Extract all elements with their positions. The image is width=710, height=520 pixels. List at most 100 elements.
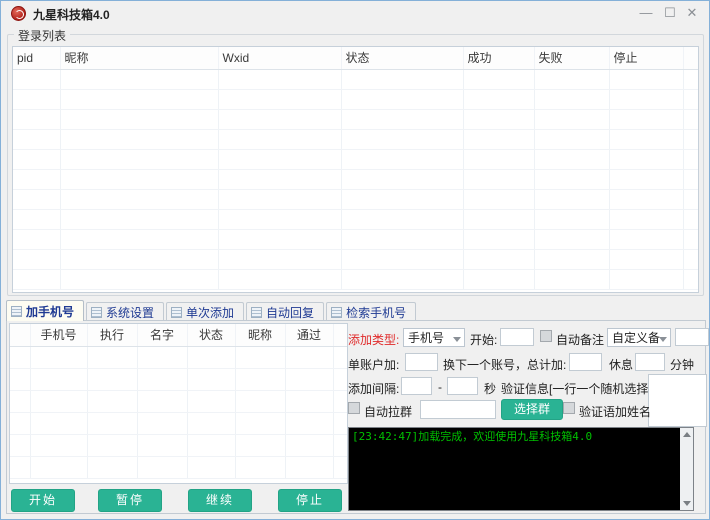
- minutes-label: 分钟: [670, 358, 695, 372]
- phone-table-header-row: 手机号 执行 名字 状态 昵称 通过: [10, 324, 347, 347]
- table-row[interactable]: [10, 434, 347, 457]
- table-row[interactable]: [13, 189, 698, 210]
- tab-label: 系统设置: [106, 305, 155, 320]
- console-log-line: [23:42:47]加载完成，欢迎使用九星科技箱4.0: [352, 430, 593, 443]
- login-list-group-label: 登录列表: [14, 27, 71, 44]
- table-row[interactable]: [13, 209, 698, 230]
- interval-to-input[interactable]: [447, 377, 478, 395]
- select-group-button[interactable]: 选择群: [501, 399, 564, 420]
- close-icon[interactable]: ✕: [681, 4, 703, 22]
- column-header-nickname[interactable]: 昵称: [60, 47, 219, 70]
- tab-label: 单次添加: [186, 305, 235, 320]
- custom-note-select[interactable]: 自定义备: [607, 328, 671, 347]
- per-account-input[interactable]: [405, 353, 438, 371]
- rest-input[interactable]: [635, 353, 665, 371]
- tab-auto-reply[interactable]: 自动回复: [246, 302, 325, 321]
- tab-page-add-phone: 手机号 执行 名字 状态 昵称 通过 添加类型: 手机号 开始: 自动备注 自定…: [6, 320, 709, 514]
- scroll-up-icon[interactable]: [683, 432, 691, 437]
- start-input[interactable]: [500, 328, 534, 346]
- per-account-label: 单账户加:: [348, 358, 400, 372]
- console-scrollbar[interactable]: [680, 428, 693, 510]
- column-header-pid[interactable]: pid: [13, 47, 61, 70]
- interval-label: 添加间隔:: [348, 382, 400, 396]
- column-header-stop[interactable]: 停止: [609, 47, 684, 70]
- column-header-status[interactable]: 状态: [187, 324, 236, 347]
- rest-label: 休息: [609, 358, 634, 372]
- login-table: pid 昵称 Wxid 状态 成功 失败 停止: [12, 46, 699, 293]
- tab-add-phone[interactable]: 加手机号: [6, 300, 85, 321]
- app-window: 九星科技箱4.0 — ☐ ✕ 登录列表 pid 昵称 Wxid 状态 成功 失败…: [0, 0, 710, 520]
- tab-label: 加手机号: [26, 304, 75, 319]
- custom-note-value: 自定义备: [612, 331, 661, 345]
- column-header-nickname[interactable]: 昵称: [235, 324, 286, 347]
- stop-button[interactable]: 停止: [278, 489, 342, 512]
- auto-note-checkbox[interactable]: [540, 330, 552, 342]
- table-row[interactable]: [13, 249, 698, 270]
- column-header-wxid[interactable]: Wxid: [218, 47, 342, 70]
- tab-label: 自动回复: [266, 305, 315, 320]
- column-header-phone[interactable]: 手机号: [30, 324, 88, 347]
- table-row[interactable]: [10, 368, 347, 391]
- tab-single-add[interactable]: 单次添加: [166, 302, 245, 321]
- window-title: 九星科技箱4.0: [33, 8, 110, 22]
- verify-info-label: 验证信息[一行一个随机选择]: [501, 382, 652, 396]
- group-input[interactable]: [420, 400, 496, 419]
- maximize-icon[interactable]: ☐: [659, 4, 681, 22]
- table-row[interactable]: [13, 169, 698, 190]
- table-row[interactable]: [13, 69, 698, 90]
- title-bar: 九星科技箱4.0 — ☐ ✕: [1, 1, 709, 27]
- column-header-passed[interactable]: 通过: [285, 324, 334, 347]
- verify-name-checkbox[interactable]: [563, 402, 575, 414]
- add-type-value: 手机号: [408, 331, 445, 345]
- pause-button[interactable]: 暂停: [98, 489, 162, 512]
- table-row[interactable]: [13, 149, 698, 170]
- column-header-rowselector: [10, 324, 31, 347]
- custom-note-input[interactable]: [675, 328, 709, 346]
- scroll-down-icon[interactable]: [683, 501, 691, 506]
- add-type-label: 添加类型:: [348, 333, 400, 347]
- table-row[interactable]: [13, 109, 698, 130]
- auto-group-label: 自动拉群: [364, 405, 413, 419]
- login-table-header-row: pid 昵称 Wxid 状态 成功 失败 停止: [13, 47, 698, 70]
- seconds-label: 秒: [484, 382, 497, 396]
- table-row[interactable]: [13, 89, 698, 110]
- table-row[interactable]: [10, 390, 347, 413]
- total-add-input[interactable]: [569, 353, 602, 371]
- add-type-select[interactable]: 手机号: [403, 328, 465, 347]
- table-row[interactable]: [13, 269, 698, 290]
- table-row[interactable]: [13, 229, 698, 250]
- continue-button[interactable]: 继续: [188, 489, 252, 512]
- tab-label: 检索手机号: [346, 305, 407, 320]
- next-account-label: 换下一个账号，总计加:: [443, 358, 567, 372]
- minimize-icon[interactable]: —: [635, 4, 657, 22]
- table-row[interactable]: [10, 456, 347, 479]
- form-icon: [331, 306, 343, 318]
- log-console: [23:42:47]加载完成，欢迎使用九星科技箱4.0: [348, 427, 694, 511]
- column-header-filler: [333, 324, 347, 347]
- interval-from-input[interactable]: [401, 377, 432, 395]
- verify-name-label: 验证语加姓名: [579, 405, 652, 419]
- auto-note-label: 自动备注: [556, 333, 605, 347]
- form-icon: [171, 306, 183, 318]
- chevron-down-icon: [453, 337, 461, 342]
- column-header-exec[interactable]: 执行: [87, 324, 138, 347]
- column-header-status[interactable]: 状态: [341, 47, 464, 70]
- column-header-name[interactable]: 名字: [137, 324, 188, 347]
- table-row[interactable]: [10, 412, 347, 435]
- column-header-filler: [683, 47, 698, 70]
- auto-group-checkbox[interactable]: [348, 402, 360, 414]
- column-header-success[interactable]: 成功: [463, 47, 535, 70]
- tab-search-phone[interactable]: 检索手机号: [326, 302, 417, 321]
- table-row[interactable]: [10, 346, 347, 369]
- start-button[interactable]: 开始: [11, 489, 75, 512]
- app-icon: [11, 6, 26, 21]
- table-row[interactable]: [13, 129, 698, 150]
- form-icon: [11, 305, 22, 317]
- tab-system-settings[interactable]: 系统设置: [86, 302, 165, 321]
- verify-info-textarea[interactable]: [648, 374, 707, 427]
- phone-table: 手机号 执行 名字 状态 昵称 通过: [9, 323, 348, 484]
- column-header-fail[interactable]: 失败: [534, 47, 610, 70]
- form-icon: [91, 306, 103, 318]
- form-icon: [251, 306, 263, 318]
- start-label: 开始:: [470, 333, 498, 347]
